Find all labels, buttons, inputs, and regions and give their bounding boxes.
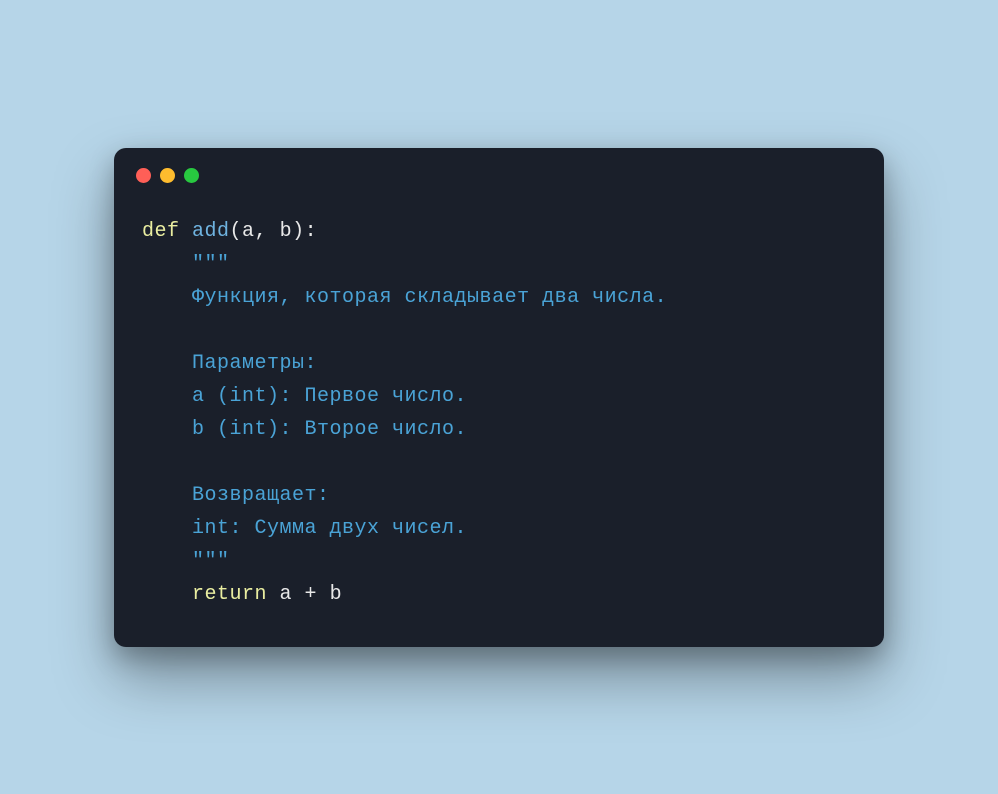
code-token: b [280, 220, 293, 243]
code-token: a (int): Первое число. [192, 385, 467, 408]
code-token: , [255, 220, 280, 243]
close-icon[interactable] [136, 168, 151, 183]
window-titlebar [114, 148, 884, 191]
code-line: Возвращает: [142, 479, 856, 512]
code-token: ): [292, 220, 317, 243]
code-token: b [330, 583, 343, 606]
code-line: b (int): Второе число. [142, 413, 856, 446]
code-line: a (int): Первое число. [142, 380, 856, 413]
code-token: Параметры: [192, 352, 317, 375]
code-token: """ [192, 550, 230, 573]
code-line: def add(a, b): [142, 215, 856, 248]
code-token: """ [192, 253, 230, 276]
code-line: int: Сумма двух чисел. [142, 512, 856, 545]
code-line [142, 314, 856, 347]
code-token: a [280, 583, 305, 606]
maximize-icon[interactable] [184, 168, 199, 183]
code-line: """ [142, 248, 856, 281]
code-token: add [192, 220, 230, 243]
code-window: def add(a, b): """ Функция, которая скла… [114, 148, 884, 647]
code-token: def [142, 220, 192, 243]
code-area: def add(a, b): """ Функция, которая скла… [114, 191, 884, 647]
code-line: Функция, которая складывает два числа. [142, 281, 856, 314]
code-line [142, 446, 856, 479]
code-line: """ [142, 545, 856, 578]
code-token: b (int): Второе число. [192, 418, 467, 441]
code-token: int: Сумма двух чисел. [192, 517, 467, 540]
code-token: Функция, которая складывает два числа. [192, 286, 667, 309]
code-token: + [305, 583, 330, 606]
code-line: Параметры: [142, 347, 856, 380]
code-token: Возвращает: [192, 484, 330, 507]
code-line: return a + b [142, 578, 856, 611]
code-token: return [192, 583, 280, 606]
code-token: a [242, 220, 255, 243]
minimize-icon[interactable] [160, 168, 175, 183]
code-token: ( [230, 220, 243, 243]
